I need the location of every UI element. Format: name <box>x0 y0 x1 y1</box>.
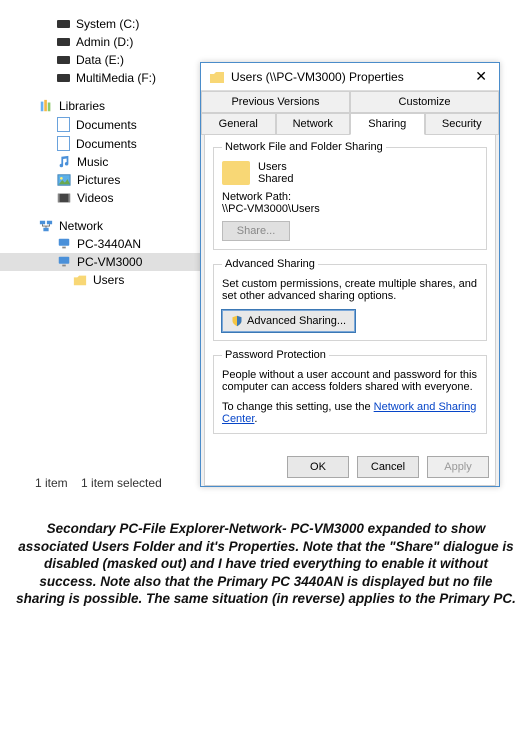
tab-body: Network File and Folder Sharing Users Sh… <box>204 134 496 486</box>
network-share[interactable]: Users <box>35 271 205 289</box>
drive-label: Admin (D:) <box>76 35 133 49</box>
shared-folder-icon <box>222 161 250 185</box>
share-name: Users <box>258 161 293 173</box>
pwd-text1: People without a user account and passwo… <box>222 369 478 393</box>
computer-icon <box>57 255 71 269</box>
tab-network[interactable]: Network <box>276 113 351 135</box>
ok-button[interactable]: OK <box>287 456 349 478</box>
window-title: Users (\\PC-VM3000) Properties <box>231 70 471 84</box>
libraries-node[interactable]: Libraries <box>35 97 205 115</box>
drive-icon <box>57 74 70 82</box>
pwd-period: . <box>254 413 257 425</box>
computer-label: PC-VM3000 <box>77 255 142 269</box>
libraries-label: Libraries <box>59 99 105 113</box>
folder-icon <box>209 69 225 85</box>
network-computer[interactable]: PC-3440AN <box>35 235 205 253</box>
pwd-legend: Password Protection <box>222 349 329 361</box>
share-button: Share... <box>222 221 290 241</box>
drive-item[interactable]: Admin (D:) <box>35 33 205 51</box>
close-button[interactable]: ✕ <box>471 68 491 85</box>
libraries-icon <box>39 99 53 113</box>
caption-text: Secondary PC-File Explorer-Network- PC-V… <box>16 520 516 608</box>
network-path-value: \\PC-VM3000\Users <box>222 203 478 215</box>
videos-icon <box>57 191 71 205</box>
advanced-sharing-button[interactable]: Advanced Sharing... <box>222 310 355 332</box>
tab-security[interactable]: Security <box>425 113 500 135</box>
drive-icon <box>57 56 70 64</box>
drive-item[interactable]: MultiMedia (F:) <box>35 69 205 87</box>
tab-previous-versions[interactable]: Previous Versions <box>201 91 350 113</box>
share-state: Shared <box>258 173 293 185</box>
drive-item[interactable]: Data (E:) <box>35 51 205 69</box>
adv-btn-label: Advanced Sharing... <box>247 315 346 327</box>
explorer-tree: System (C:) Admin (D:) Data (E:) MultiMe… <box>35 15 205 289</box>
nfs-legend: Network File and Folder Sharing <box>222 141 386 153</box>
dialog-buttons: OK Cancel Apply <box>287 456 489 478</box>
documents-icon <box>57 117 70 132</box>
status-bar: 1 item 1 item selected <box>35 476 172 490</box>
music-icon <box>57 155 71 169</box>
library-item[interactable]: Videos <box>35 189 205 207</box>
network-node[interactable]: Network <box>35 217 205 235</box>
tab-sharing[interactable]: Sharing <box>350 113 425 135</box>
network-path-label: Network Path: <box>222 191 478 203</box>
cancel-button[interactable]: Cancel <box>357 456 419 478</box>
status-count: 1 item <box>35 476 68 490</box>
network-file-sharing-group: Network File and Folder Sharing Users Sh… <box>213 141 487 250</box>
network-icon <box>39 219 53 233</box>
tab-customize[interactable]: Customize <box>350 91 499 113</box>
advanced-sharing-group: Advanced Sharing Set custom permissions,… <box>213 258 487 341</box>
users-folder-icon <box>73 273 87 287</box>
status-selected: 1 item selected <box>81 476 162 490</box>
adv-text: Set custom permissions, create multiple … <box>222 278 478 302</box>
pictures-icon <box>57 173 71 187</box>
library-label: Documents <box>76 137 137 151</box>
computer-label: PC-3440AN <box>77 237 141 251</box>
shield-icon <box>231 315 243 327</box>
tabs-row-1: Previous Versions Customize <box>201 91 499 113</box>
computer-icon <box>57 237 71 251</box>
drive-label: MultiMedia (F:) <box>76 71 156 85</box>
library-label: Videos <box>77 191 113 205</box>
library-item[interactable]: Documents <box>35 134 205 153</box>
adv-legend: Advanced Sharing <box>222 258 318 270</box>
apply-button: Apply <box>427 456 489 478</box>
library-item[interactable]: Pictures <box>35 171 205 189</box>
library-label: Pictures <box>77 173 120 187</box>
network-computer[interactable]: PC-VM3000 <box>0 253 205 271</box>
tab-general[interactable]: General <box>201 113 276 135</box>
documents-icon <box>57 136 70 151</box>
tabs-row-2: General Network Sharing Security <box>201 113 499 135</box>
drive-icon <box>57 38 70 46</box>
properties-window: Users (\\PC-VM3000) Properties ✕ Previou… <box>200 62 500 487</box>
library-label: Documents <box>76 118 137 132</box>
library-item[interactable]: Documents <box>35 115 205 134</box>
pwd-text2: To change this setting, use the <box>222 401 374 413</box>
drive-label: Data (E:) <box>76 53 124 67</box>
share-label: Users <box>93 273 124 287</box>
drive-icon <box>57 20 70 28</box>
library-label: Music <box>77 155 108 169</box>
drive-label: System (C:) <box>76 17 139 31</box>
title-bar[interactable]: Users (\\PC-VM3000) Properties ✕ <box>201 63 499 91</box>
password-protection-group: Password Protection People without a use… <box>213 349 487 434</box>
network-label: Network <box>59 219 103 233</box>
library-item[interactable]: Music <box>35 153 205 171</box>
pwd-text2-line: To change this setting, use the Network … <box>222 401 478 425</box>
drive-item[interactable]: System (C:) <box>35 15 205 33</box>
